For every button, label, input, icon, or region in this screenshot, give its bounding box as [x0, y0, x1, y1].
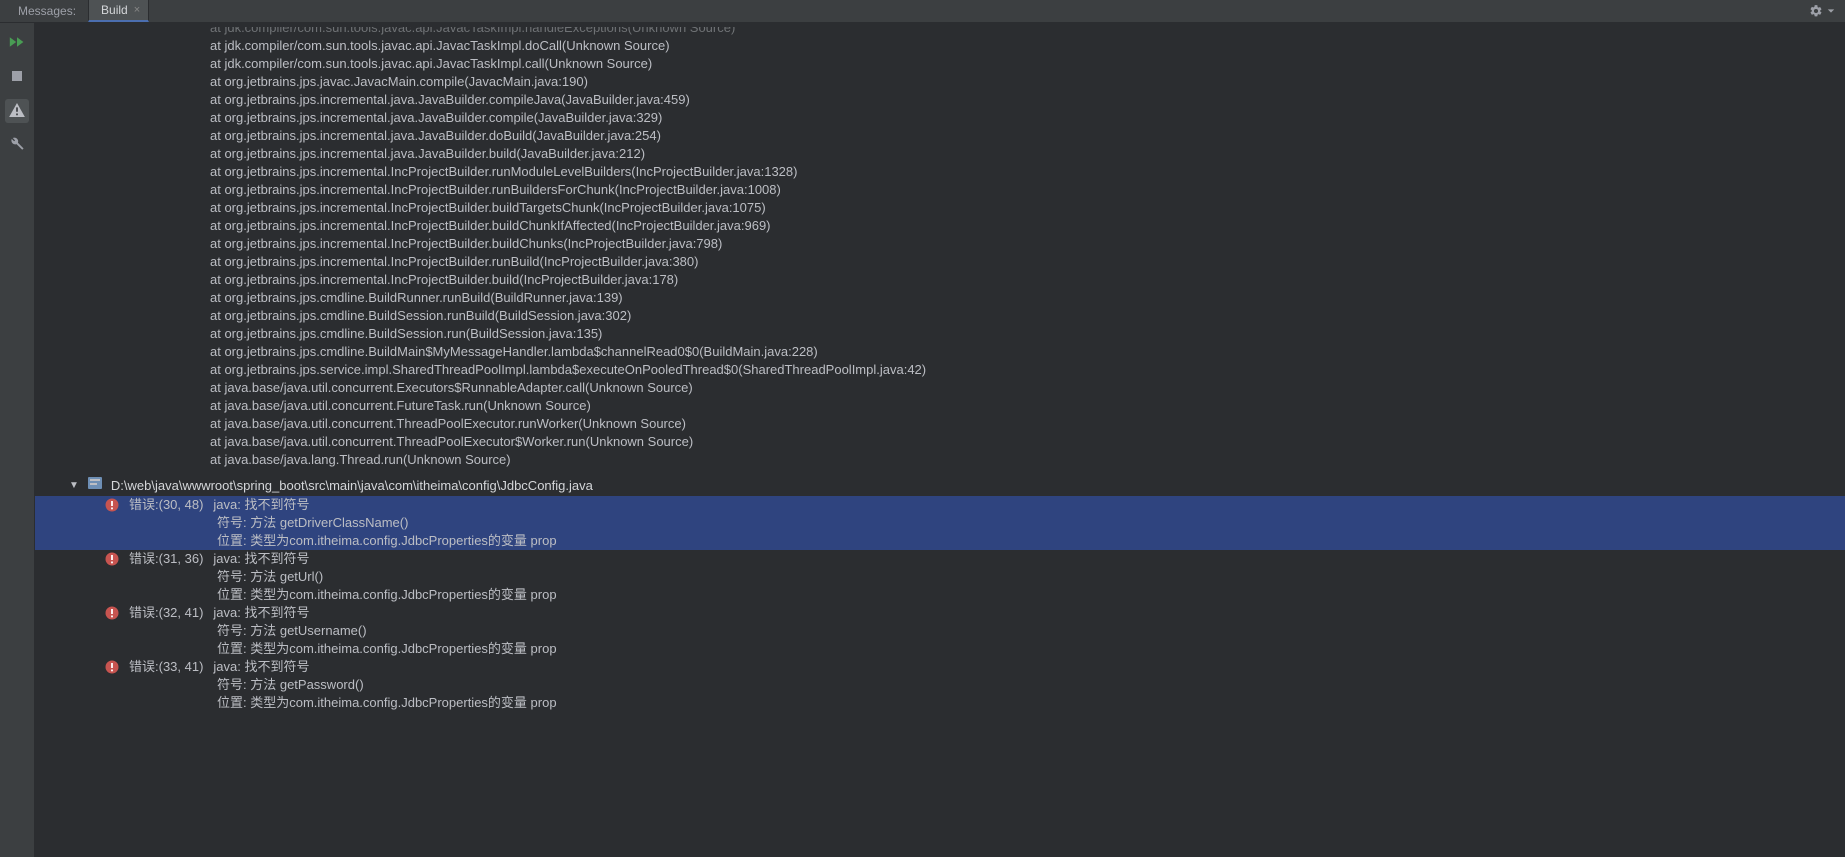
- rerun-button[interactable]: [5, 31, 29, 55]
- panel-settings-button[interactable]: [1799, 0, 1845, 22]
- error-location: 错误:(32, 41): [129, 604, 203, 622]
- tab-row: Messages: Build ×: [0, 0, 1845, 23]
- stack-trace-line: at org.jetbrains.jps.cmdline.BuildRunner…: [210, 289, 1845, 307]
- stack-trace-line: at org.jetbrains.jps.cmdline.BuildMain$M…: [210, 343, 1845, 361]
- stack-trace-line: at org.jetbrains.jps.incremental.IncProj…: [210, 235, 1845, 253]
- stack-trace-line: at jdk.compiler/com.sun.tools.javac.api.…: [210, 27, 1845, 37]
- side-toolbar: [0, 23, 35, 857]
- error-detail-location: 位置: 类型为com.itheima.config.JdbcProperties…: [105, 586, 1845, 604]
- double-play-icon: [9, 36, 25, 51]
- error-detail-symbol: 符号: 方法 getPassword(): [105, 676, 1845, 694]
- error-location: 错误:(31, 36): [129, 550, 203, 568]
- error-detail-symbol: 符号: 方法 getDriverClassName(): [105, 514, 1845, 532]
- error-detail-location: 位置: 类型为com.itheima.config.JdbcProperties…: [105, 694, 1845, 712]
- stack-trace-line: at jdk.compiler/com.sun.tools.javac.api.…: [210, 37, 1845, 55]
- file-path: D:\web\java\wwwroot\spring_boot\src\main…: [111, 477, 593, 495]
- expand-triangle-icon[interactable]: ▼: [69, 477, 79, 495]
- stack-trace-line: at java.base/java.util.concurrent.Thread…: [210, 415, 1845, 433]
- error-detail-location: 位置: 类型为com.itheima.config.JdbcProperties…: [105, 532, 1845, 550]
- error-item[interactable]: 错误:(31, 36) java: 找不到符号符号: 方法 getUrl()位置:…: [35, 550, 1845, 604]
- messages-label: Messages:: [0, 0, 88, 22]
- error-icon: [105, 606, 119, 620]
- stack-trace-line: at org.jetbrains.jps.incremental.java.Ja…: [210, 127, 1845, 145]
- alert-button[interactable]: [5, 99, 29, 123]
- tab-spacer: [149, 0, 1799, 22]
- tab-build[interactable]: Build ×: [88, 0, 149, 22]
- error-row: 错误:(31, 36) java: 找不到符号: [105, 550, 1845, 568]
- stack-trace-line: at org.jetbrains.jps.incremental.IncProj…: [210, 271, 1845, 289]
- stop-button[interactable]: [5, 65, 29, 89]
- stack-trace-line: at java.base/java.util.concurrent.Thread…: [210, 433, 1845, 451]
- stack-trace-line: at org.jetbrains.jps.cmdline.BuildSessio…: [210, 325, 1845, 343]
- stack-trace-line: at java.base/java.util.concurrent.Execut…: [210, 379, 1845, 397]
- wrench-icon: [10, 137, 24, 154]
- error-message: java: 找不到符号: [213, 550, 309, 568]
- tab-build-label: Build: [101, 3, 128, 17]
- error-location: 错误:(30, 48): [129, 496, 203, 514]
- stack-trace-line: at org.jetbrains.jps.incremental.IncProj…: [210, 253, 1845, 271]
- error-row: 错误:(30, 48) java: 找不到符号: [105, 496, 1845, 514]
- stack-trace-line: at org.jetbrains.jps.javac.JavacMain.com…: [210, 73, 1845, 91]
- error-message: java: 找不到符号: [213, 658, 309, 676]
- error-detail-symbol: 符号: 方法 getUsername(): [105, 622, 1845, 640]
- wrench-button[interactable]: [5, 133, 29, 157]
- warning-icon: [9, 103, 25, 120]
- stack-trace-line: at org.jetbrains.jps.service.impl.Shared…: [210, 361, 1845, 379]
- stack-trace-line: at java.base/java.lang.Thread.run(Unknow…: [210, 451, 1845, 469]
- error-row: 错误:(33, 41) java: 找不到符号: [105, 658, 1845, 676]
- stack-trace-line: at org.jetbrains.jps.incremental.java.Ja…: [210, 91, 1845, 109]
- error-icon: [105, 552, 119, 566]
- error-icon: [105, 498, 119, 512]
- error-row: 错误:(32, 41) java: 找不到符号: [105, 604, 1845, 622]
- stack-trace-line: at org.jetbrains.jps.incremental.java.Ja…: [210, 145, 1845, 163]
- file-node[interactable]: ▼ D:\web\java\wwwroot\spring_boot\src\ma…: [35, 475, 1845, 496]
- error-item[interactable]: 错误:(33, 41) java: 找不到符号符号: 方法 getPassword…: [35, 658, 1845, 712]
- gear-icon: [1809, 4, 1823, 18]
- errors-list: 错误:(30, 48)java: 找不到符号符号: 方法 getDriverCl…: [35, 496, 1845, 712]
- stack-trace-line: at org.jetbrains.jps.incremental.IncProj…: [210, 163, 1845, 181]
- java-file-icon: [87, 475, 103, 496]
- stack-trace-line: at jdk.compiler/com.sun.tools.javac.api.…: [210, 55, 1845, 73]
- stack-trace-line: at org.jetbrains.jps.incremental.IncProj…: [210, 217, 1845, 235]
- error-item[interactable]: 错误:(32, 41) java: 找不到符号符号: 方法 getUsername…: [35, 604, 1845, 658]
- stack-trace-block: at jdk.compiler/com.sun.tools.javac.api.…: [35, 27, 1845, 469]
- stop-icon: [11, 70, 23, 85]
- error-location: 错误:(33, 41): [129, 658, 203, 676]
- error-message: java: 找不到符号: [213, 496, 309, 514]
- stack-trace-line: at org.jetbrains.jps.incremental.java.Ja…: [210, 109, 1845, 127]
- error-icon: [105, 660, 119, 674]
- stack-trace-line: at org.jetbrains.jps.cmdline.BuildSessio…: [210, 307, 1845, 325]
- messages-content[interactable]: at jdk.compiler/com.sun.tools.javac.api.…: [35, 23, 1845, 857]
- error-item[interactable]: 错误:(30, 48) java: 找不到符号符号: 方法 getDriverCl…: [35, 496, 1845, 550]
- stack-trace-line: at java.base/java.util.concurrent.Future…: [210, 397, 1845, 415]
- messages-panel: Messages: Build ×: [0, 0, 1845, 857]
- error-message: java: 找不到符号: [213, 604, 309, 622]
- close-icon[interactable]: ×: [134, 4, 140, 16]
- chevron-down-icon: [1827, 7, 1835, 15]
- panel-body: at jdk.compiler/com.sun.tools.javac.api.…: [0, 23, 1845, 857]
- stack-trace-line: at org.jetbrains.jps.incremental.IncProj…: [210, 199, 1845, 217]
- stack-trace-line: at org.jetbrains.jps.incremental.IncProj…: [210, 181, 1845, 199]
- error-detail-location: 位置: 类型为com.itheima.config.JdbcProperties…: [105, 640, 1845, 658]
- error-detail-symbol: 符号: 方法 getUrl(): [105, 568, 1845, 586]
